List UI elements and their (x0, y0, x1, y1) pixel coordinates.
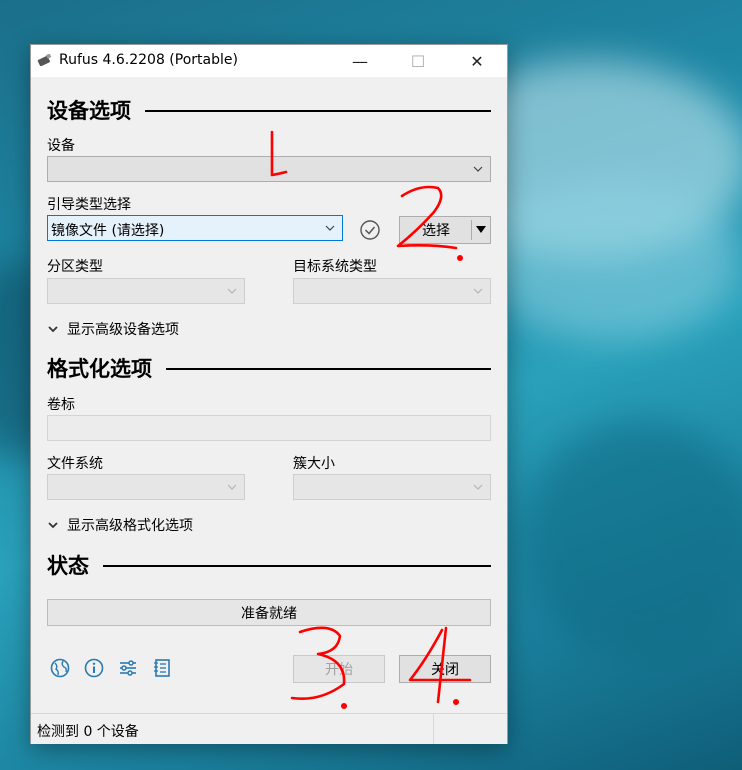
chevron-down-icon (227, 484, 237, 490)
start-button[interactable]: 开始 (293, 655, 385, 683)
target-system-label: 目标系统类型 (293, 259, 377, 275)
log-notebook-icon[interactable] (151, 657, 173, 679)
volume-label-input[interactable] (47, 415, 491, 441)
volume-label-label: 卷标 (47, 397, 75, 413)
chevron-down-icon (325, 225, 335, 231)
dropdown-arrow-icon[interactable] (476, 226, 486, 234)
device-options-heading: 设备选项 (47, 95, 491, 125)
format-options-heading: 格式化选项 (47, 353, 491, 383)
device-select[interactable] (47, 156, 491, 182)
advanced-device-toggle[interactable]: 显示高级设备选项 (47, 319, 179, 339)
settings-sliders-icon[interactable] (117, 657, 139, 679)
minimize-button[interactable]: — (331, 45, 389, 77)
partition-scheme-select[interactable] (47, 278, 245, 304)
target-system-select[interactable] (293, 278, 491, 304)
cluster-size-label: 簇大小 (293, 456, 335, 472)
chevron-down-icon (227, 288, 237, 294)
boot-type-label: 引导类型选择 (47, 197, 131, 213)
usb-drive-icon (37, 54, 52, 66)
window-title: Rufus 4.6.2208 (Portable) (59, 52, 238, 68)
status-bar: 检测到 0 个设备 (31, 713, 507, 744)
language-globe-icon[interactable] (49, 657, 71, 679)
check-hash-icon[interactable] (359, 219, 381, 241)
close-button[interactable]: 关闭 (399, 655, 491, 683)
info-icon[interactable] (83, 657, 105, 679)
device-label: 设备 (47, 138, 75, 154)
chevron-down-icon (473, 166, 483, 172)
cluster-size-select[interactable] (293, 474, 491, 500)
rufus-window: Rufus 4.6.2208 (Portable) — ☐ ✕ 设备选项 设备 … (30, 44, 508, 744)
chevron-down-icon (473, 288, 483, 294)
progress-status-bar: 准备就绪 (47, 599, 491, 626)
device-count-text: 检测到 0 个设备 (37, 724, 139, 740)
chevron-down-icon (48, 522, 58, 529)
boot-type-select[interactable]: 镜像文件 (请选择) (47, 215, 343, 241)
maximize-button[interactable]: ☐ (389, 45, 447, 77)
file-system-select[interactable] (47, 474, 245, 500)
file-system-label: 文件系统 (47, 456, 103, 472)
chevron-down-icon (473, 484, 483, 490)
chevron-down-icon (48, 326, 58, 333)
select-image-button[interactable]: 选择 (399, 216, 491, 244)
close-window-button[interactable]: ✕ (448, 45, 506, 77)
partition-scheme-label: 分区类型 (47, 259, 103, 275)
title-bar[interactable]: Rufus 4.6.2208 (Portable) — ☐ ✕ (31, 45, 507, 77)
status-heading: 状态 (47, 550, 491, 580)
advanced-format-toggle[interactable]: 显示高级格式化选项 (47, 515, 193, 535)
